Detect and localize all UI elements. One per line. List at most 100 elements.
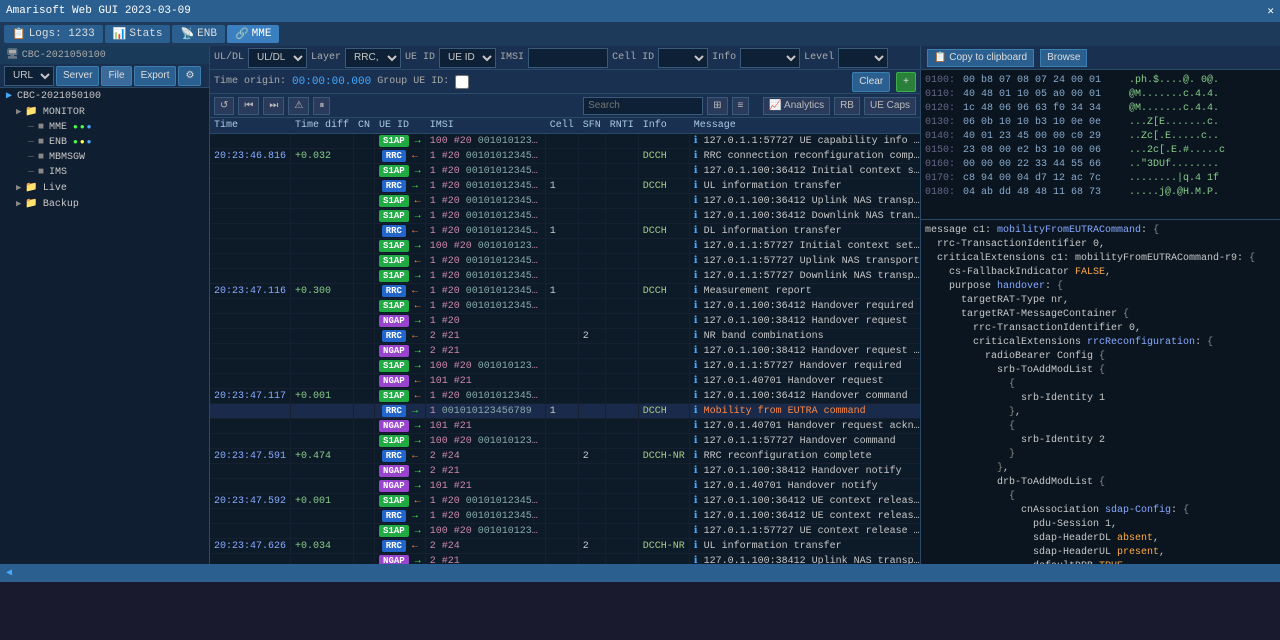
cell-imsi: 1 #20 001010123456789 xyxy=(425,164,545,179)
cell-rnti xyxy=(605,299,638,314)
cell-message: ℹ UL information transfer xyxy=(689,179,920,194)
table-row[interactable]: RRC → 1 #20 001010123456789 1 DCCH ℹ UL … xyxy=(210,179,920,194)
cell-info xyxy=(638,509,689,524)
sidebar-item-mbmsgw[interactable]: — ■ MBMSGW xyxy=(0,150,209,165)
cell-imsi: 101 #21 xyxy=(425,479,545,494)
cell-message: ℹ 127.0.1.100:38412 Uplink NAS transport xyxy=(689,554,920,565)
table-row[interactable]: S1AP → 1 #20 001010123456789 ℹ 127.0.1.1… xyxy=(210,209,920,224)
cell-time xyxy=(210,164,291,179)
tab-stats[interactable]: 📊 Stats xyxy=(105,25,171,43)
tab-enb[interactable]: 📡 ENB xyxy=(172,25,225,43)
table-row[interactable]: S1AP → 100 #20 001010123456789 ℹ 127.0.1… xyxy=(210,524,920,539)
cell-rnti xyxy=(605,434,638,449)
table-row[interactable]: S1AP ← 1 #20 001010123456789 ℹ 127.0.1.1… xyxy=(210,299,920,314)
table-row[interactable]: RRC → 1 #20 001010123456789 ℹ 127.0.1.10… xyxy=(210,509,920,524)
table-row[interactable]: 20:23:47.592 +0.001 S1AP ← 1 #20 0010101… xyxy=(210,494,920,509)
analytics-btn[interactable]: 📈 Analytics xyxy=(763,97,830,115)
text-view-btn[interactable]: ≡ xyxy=(732,97,750,115)
table-row[interactable]: RRC ← 2 #21 2 ℹ NR band combinations xyxy=(210,329,920,344)
cell-rnti xyxy=(605,314,638,329)
table-row[interactable]: S1AP → 100 #20 001010123456789 ℹ 127.0.1… xyxy=(210,239,920,254)
cell-timediff xyxy=(291,209,354,224)
ueid-select[interactable]: UE ID xyxy=(439,48,496,68)
cell-ueid: S1AP → xyxy=(375,239,426,254)
cell-cn xyxy=(354,209,375,224)
layer-select[interactable]: RRC, RRC S1AP xyxy=(345,48,401,68)
cell-ueid: NGAP → xyxy=(375,554,426,565)
sidebar-item-backup[interactable]: ▶ 📁 Backup xyxy=(0,196,209,212)
warning-btn[interactable]: ⚠ xyxy=(288,97,309,115)
table-row[interactable]: NGAP → 101 #21 ℹ 127.0.1.40701 Handover … xyxy=(210,419,920,434)
table-row[interactable]: 20:23:46.816 +0.032 RRC ← 1 #20 00101012… xyxy=(210,149,920,164)
cell-imsi: 1 #20 001010123456789 xyxy=(425,179,545,194)
table-row[interactable]: 20:23:47.591 +0.474 RRC ← 2 #24 2 DCCH-N… xyxy=(210,449,920,464)
sidebar-root-label: CBC-2021050100 xyxy=(22,50,106,61)
connection-select[interactable]: URL xyxy=(4,66,54,86)
cell-message: ℹ 127.0.1.1:57727 UE context release com… xyxy=(689,524,920,539)
cell-time: 20:23:47.592 xyxy=(210,494,291,509)
table-row[interactable]: S1AP → 100 #20 001010123456789 ℹ 127.0.1… xyxy=(210,359,920,374)
tab-logs[interactable]: 📋 Logs: 1233 xyxy=(4,25,103,43)
sidebar-item-root[interactable]: ▶ CBC-2021050100 xyxy=(0,88,209,104)
col-sfn: SFN xyxy=(578,118,605,134)
table-row[interactable]: S1AP → 100 #20 001010123456789 ℹ 127.0.1… xyxy=(210,434,920,449)
table-row[interactable]: 20:23:47.117 +0.001 S1AP ← 1 #20 0010101… xyxy=(210,389,920,404)
imsi-input[interactable] xyxy=(528,48,608,68)
file-btn[interactable]: File xyxy=(101,66,131,86)
refresh-btn[interactable]: ↺ xyxy=(214,97,234,115)
table-row[interactable]: NGAP ← 101 #21 ℹ 127.0.1.40701 Handover … xyxy=(210,374,920,389)
table-row[interactable]: S1AP → 1 #20 001010123456789 ℹ 127.0.1.1… xyxy=(210,269,920,284)
status-dot2: ● xyxy=(80,123,85,132)
export-btn[interactable]: Export xyxy=(134,66,177,86)
table-row[interactable]: NGAP → 2 #21 ℹ 127.0.1.100:38412 Handove… xyxy=(210,464,920,479)
cell-rnti xyxy=(605,164,638,179)
clear-btn[interactable]: Clear xyxy=(852,72,890,92)
step-fwd-btn[interactable]: ⏭ xyxy=(263,97,284,115)
ue-caps-btn[interactable]: UE Caps xyxy=(864,97,916,115)
level-select[interactable] xyxy=(838,48,888,68)
copy-clipboard-btn[interactable]: 📋 Copy to clipboard xyxy=(927,49,1034,67)
table-row[interactable]: NGAP → 101 #21 ℹ 127.0.1.40701 Handover … xyxy=(210,479,920,494)
settings-btn[interactable]: ⚙ xyxy=(178,66,201,86)
table-row[interactable]: S1AP → 100 #20 001010123456789 ℹ 127.0.1… xyxy=(210,134,920,149)
right-panel-header: 📋 Copy to clipboard Browse xyxy=(921,46,1280,70)
sidebar-item-monitor[interactable]: ▶ 📁 MONITOR xyxy=(0,104,209,120)
info-select[interactable] xyxy=(740,48,800,68)
cell-rnti xyxy=(605,254,638,269)
browse-btn[interactable]: Browse xyxy=(1040,49,1087,67)
cellid-select[interactable] xyxy=(658,48,708,68)
search-input[interactable] xyxy=(583,97,703,115)
cell-message: ℹ RRC connection reconfiguration complet… xyxy=(689,149,920,164)
cell-imsi: 100 #20 001010123456789 xyxy=(425,239,545,254)
table-row[interactable]: 20:23:47.116 +0.300 RRC ← 1 #20 00101012… xyxy=(210,284,920,299)
cell-timediff xyxy=(291,164,354,179)
sidebar-item-mme[interactable]: — ■ MME ● ● ● xyxy=(0,120,209,135)
table-row[interactable]: S1AP → 1 #20 001010123456789 ℹ 127.0.1.1… xyxy=(210,164,920,179)
code-line: srb-Identity 1 xyxy=(925,392,1276,406)
table-row[interactable]: 20:23:47.626 +0.034 RRC ← 2 #24 2 DCCH-N… xyxy=(210,539,920,554)
table-row[interactable]: RRC → 1 001010123456789 1 DCCH ℹ Mobilit… xyxy=(210,404,920,419)
add-btn[interactable]: + xyxy=(896,72,916,92)
table-row[interactable]: NGAP → 2 #21 ℹ 127.0.1.100:38412 Handove… xyxy=(210,344,920,359)
table-row[interactable]: S1AP ← 1 #20 001010123456789 ℹ 127.0.1.1… xyxy=(210,254,920,269)
cell-timediff: +0.032 xyxy=(291,149,354,164)
tab-mme[interactable]: 🔗 MME xyxy=(227,25,280,43)
step-back-btn[interactable]: ⏮ xyxy=(238,97,259,115)
live-icon: 📁 xyxy=(25,182,37,194)
uldl-select[interactable]: UL/DL UL DL xyxy=(248,48,307,68)
sidebar-item-live[interactable]: ▶ 📁 Live xyxy=(0,180,209,196)
table-row[interactable]: RRC ← 1 #20 001010123456789 1 DCCH ℹ DL … xyxy=(210,224,920,239)
pause-btn[interactable]: ⏸ xyxy=(313,97,330,115)
cell-sfn xyxy=(578,389,605,404)
leaf-icon3: — xyxy=(28,152,34,163)
sidebar-item-enb[interactable]: — ■ ENB ● ● ● xyxy=(0,135,209,150)
sidebar-item-ims[interactable]: — ■ IMS xyxy=(0,165,209,180)
group-ueid-checkbox[interactable] xyxy=(455,75,469,89)
close-icon[interactable]: ✕ xyxy=(1267,4,1274,18)
table-row[interactable]: S1AP ← 1 #20 001010123456789 ℹ 127.0.1.1… xyxy=(210,194,920,209)
hex-view-btn[interactable]: ⊞ xyxy=(707,97,727,115)
table-row[interactable]: NGAP → 2 #21 ℹ 127.0.1.100:38412 Uplink … xyxy=(210,554,920,565)
server-btn[interactable]: Server xyxy=(56,66,99,86)
rb-btn[interactable]: RB xyxy=(834,97,860,115)
table-row[interactable]: NGAP → 1 #20 ℹ 127.0.1.100:38412 Handove… xyxy=(210,314,920,329)
